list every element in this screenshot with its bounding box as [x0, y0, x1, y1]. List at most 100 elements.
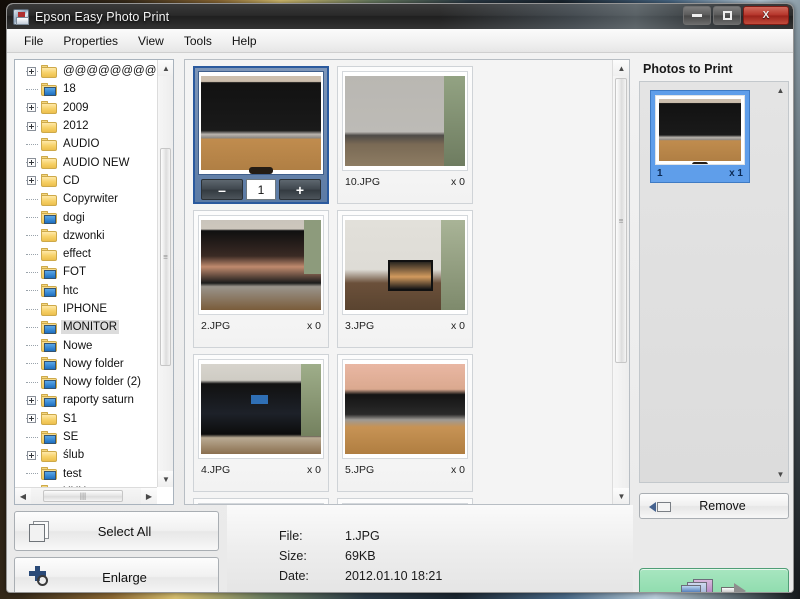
scroll-grip-icon: ≡ [618, 216, 624, 225]
print-items-container[interactable]: 1 x 1 [640, 82, 773, 482]
expand-plus-icon[interactable] [27, 395, 36, 405]
thumbnail-item[interactable]: 3.JPG x 0 [337, 210, 473, 348]
print-item-index: 1 [657, 168, 663, 179]
folder-tree-list[interactable]: @@@@@@@@@@ 18 2009 2012 AUDIO AUDIO NEW CD Copy… [15, 60, 157, 487]
print-list-item[interactable]: 1 x 1 [650, 90, 750, 183]
tree-hscroll-thumb[interactable]: ||| [43, 490, 123, 502]
tree-item-label: dzwonki [63, 229, 105, 242]
expand-plus-icon[interactable] [27, 176, 36, 186]
tree-item-lub[interactable]: ślub [15, 446, 157, 464]
tree-item-cd[interactable]: CD [15, 172, 157, 190]
tree-item-2009[interactable]: 2009 [15, 99, 157, 117]
tree-item-se[interactable]: SE [15, 428, 157, 446]
close-button[interactable]: X [743, 6, 789, 25]
scroll-grip-icon: ||| [79, 491, 87, 501]
grid-vertical-scrollbar[interactable]: ▲ ≡ ▼ [612, 60, 629, 504]
tree-horizontal-scrollbar[interactable]: ◀ ||| ▶ [15, 487, 157, 504]
folder-icon [41, 119, 57, 133]
tree-vertical-scrollbar[interactable]: ▲ ≡ ▼ [157, 60, 173, 487]
scroll-right-icon[interactable]: ▶ [141, 488, 157, 504]
menu-item-properties[interactable]: Properties [54, 31, 127, 51]
enlarge-button[interactable]: Enlarge [14, 557, 219, 592]
thumbnail-item[interactable]: 7.JPGx 0 [337, 498, 473, 504]
thumbnail-item[interactable]: 6.JPGx 0 [193, 498, 329, 504]
tree-item-audio[interactable]: AUDIO [15, 135, 157, 153]
copies-input[interactable]: 1 [246, 179, 276, 200]
menu-item-file[interactable]: File [15, 31, 52, 51]
menu-item-view[interactable]: View [129, 31, 173, 51]
scroll-down-icon[interactable]: ▼ [158, 471, 173, 487]
tree-item-fot[interactable]: FOT [15, 263, 157, 281]
print-list-scrollbar[interactable]: ▲ ▼ [773, 82, 788, 482]
folder-monitor-icon [41, 467, 57, 481]
tree-vscroll-thumb[interactable]: ≡ [160, 148, 171, 366]
minimize-button[interactable] [683, 6, 711, 25]
scroll-up-icon[interactable]: ▲ [773, 82, 788, 98]
remove-button[interactable]: Remove [639, 493, 789, 519]
increase-copies-button[interactable]: + [279, 179, 321, 200]
thumbnail-caption: 4.JPG x 0 [198, 459, 324, 476]
photos-to-print-list[interactable]: 1 x 1 ▲ ▼ [639, 81, 789, 483]
thumbnail-count: x 0 [306, 464, 321, 476]
maximize-button[interactable] [713, 6, 741, 25]
menu-item-help[interactable]: Help [223, 31, 266, 51]
scroll-left-icon[interactable]: ◀ [15, 488, 31, 504]
tree-item-2012[interactable]: 2012 [15, 117, 157, 135]
scroll-up-icon[interactable]: ▲ [613, 60, 629, 76]
tree-item-nowy-folder-2[interactable]: Nowy folder (2) [15, 373, 157, 391]
thumbnail-count: x 0 [450, 464, 465, 476]
thumbnail-image [198, 215, 324, 315]
copy-counter: –1 + [198, 175, 324, 200]
tree-item-[interactable]: @@@@@@@@@@ [15, 62, 157, 80]
tree-item-monitor[interactable]: MONITOR [15, 318, 157, 336]
date-label: Date: [279, 569, 309, 583]
expand-plus-icon[interactable] [27, 121, 36, 131]
folder-icon [41, 448, 57, 462]
tree-item-nowe[interactable]: Nowe [15, 336, 157, 354]
grid-vscroll-thumb[interactable]: ≡ [615, 78, 627, 363]
tree-item-nowy-folder[interactable]: Nowy folder [15, 355, 157, 373]
decrease-copies-button[interactable]: – [201, 179, 243, 200]
folder-monitor-icon [41, 265, 57, 279]
expand-plus-icon[interactable] [27, 158, 36, 168]
thumbnail-item[interactable]: 5.JPG x 0 [337, 354, 473, 492]
menu-item-tools[interactable]: Tools [175, 31, 221, 51]
next-step-button[interactable]: Next Step [639, 568, 789, 592]
tree-item-dzwonki[interactable]: dzwonki [15, 227, 157, 245]
folder-icon [41, 412, 57, 426]
select-all-button[interactable]: Select All [14, 511, 219, 551]
tree-item-raporty-saturn[interactable]: raporty saturn [15, 391, 157, 409]
expand-plus-icon[interactable] [27, 103, 36, 113]
thumbnail-grid[interactable]: –1 +10.JPG x 0 2.JPG x 0 3.JPG x 0 4.JPG x 0 5.JP… [185, 60, 612, 504]
tree-item-htc[interactable]: htc [15, 282, 157, 300]
scroll-down-icon[interactable]: ▼ [613, 488, 629, 504]
tree-item-18[interactable]: 18 [15, 80, 157, 98]
scroll-up-icon[interactable]: ▲ [158, 60, 173, 76]
tree-item-label: @@@@@@@@@@ [63, 65, 157, 78]
thumbnail-item[interactable]: –1 + [193, 66, 329, 204]
thumbnail-item[interactable]: 4.JPG x 0 [193, 354, 329, 492]
tree-item-iphone[interactable]: IPHONE [15, 300, 157, 318]
tree-item-audio-new[interactable]: AUDIO NEW [15, 153, 157, 171]
photos-to-print-title: Photos to Print [643, 62, 733, 76]
tree-item-effect[interactable]: effect [15, 245, 157, 263]
tree-item-dogi[interactable]: dogi [15, 208, 157, 226]
expand-plus-icon[interactable] [27, 414, 36, 424]
tree-item-label: dogi [63, 211, 85, 224]
expand-plus-icon[interactable] [27, 450, 36, 460]
expand-plus-icon[interactable] [27, 66, 36, 76]
thumbnail-item[interactable]: 2.JPG x 0 [193, 210, 329, 348]
tree-item-test[interactable]: test [15, 465, 157, 483]
folder-icon [41, 174, 57, 188]
tree-item-s1[interactable]: S1 [15, 410, 157, 428]
scroll-down-icon[interactable]: ▼ [773, 466, 788, 482]
tree-item-copyrwiter[interactable]: Copyrwiter [15, 190, 157, 208]
thumbnail-image [198, 359, 324, 459]
thumbnail-item[interactable]: 10.JPG x 0 [337, 66, 473, 204]
tree-item-label: ślub [63, 449, 85, 462]
photos-to-print-panel: Photos to Print 1 x 1 ▲ ▼ Remove [639, 59, 789, 563]
